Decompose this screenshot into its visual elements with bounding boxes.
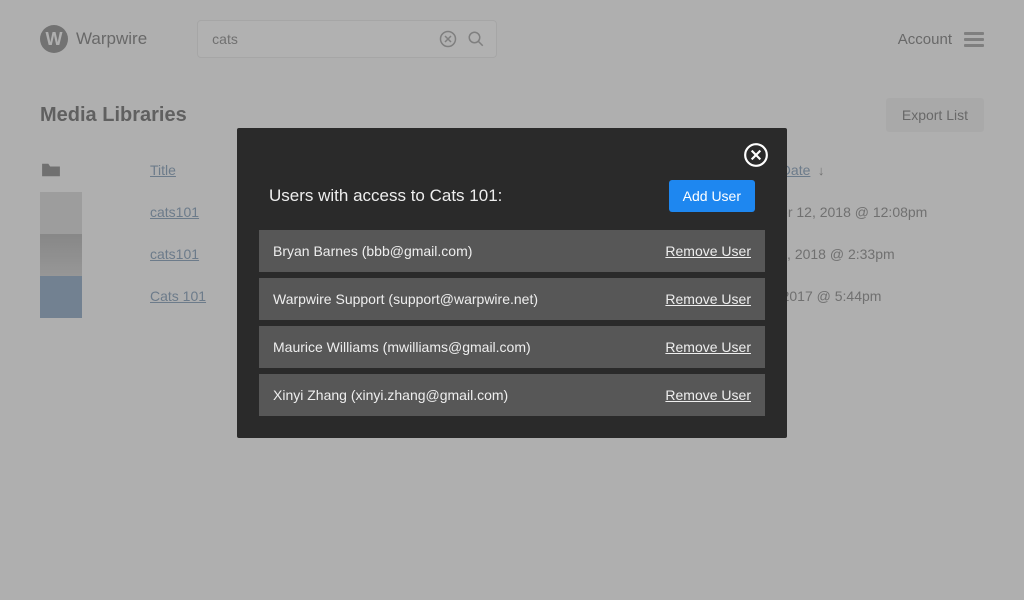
- remove-user-link[interactable]: Remove User: [665, 339, 751, 355]
- user-list: Bryan Barnes (bbb@gmail.com)Remove UserW…: [259, 230, 765, 416]
- access-modal: Users with access to Cats 101: Add User …: [237, 128, 787, 438]
- modal-title: Users with access to Cats 101:: [269, 186, 502, 206]
- close-icon[interactable]: [743, 142, 769, 168]
- add-user-button[interactable]: Add User: [669, 180, 755, 212]
- remove-user-link[interactable]: Remove User: [665, 243, 751, 259]
- user-name: Maurice Williams (mwilliams@gmail.com): [273, 339, 531, 355]
- user-row: Maurice Williams (mwilliams@gmail.com) Re…: [259, 326, 765, 368]
- user-name: Xinyi Zhang (xinyi.zhang@gmail.com): [273, 387, 508, 403]
- user-row: Xinyi Zhang (xinyi.zhang@gmail.com) Remov…: [259, 374, 765, 416]
- user-row: Warpwire Support (support@warpwire.net) R…: [259, 278, 765, 320]
- modal-overlay[interactable]: Users with access to Cats 101: Add User …: [0, 0, 1024, 600]
- remove-user-link[interactable]: Remove User: [665, 291, 751, 307]
- user-name: Bryan Barnes (bbb@gmail.com): [273, 243, 472, 259]
- user-name: Warpwire Support (support@warpwire.net): [273, 291, 538, 307]
- remove-user-link[interactable]: Remove User: [665, 387, 751, 403]
- user-row: Bryan Barnes (bbb@gmail.com) Remove User: [259, 230, 765, 272]
- modal-header: Users with access to Cats 101: Add User: [259, 180, 765, 212]
